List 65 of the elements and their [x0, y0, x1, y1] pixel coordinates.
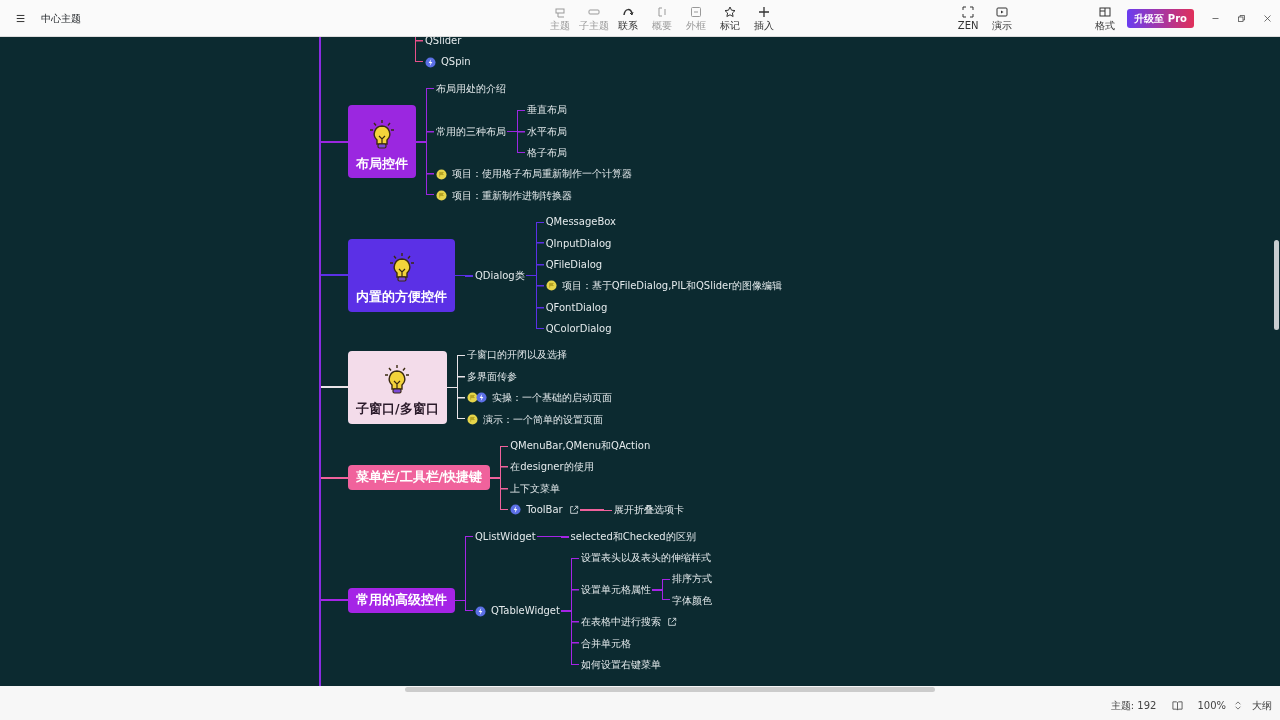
topic-label[interactable]: 垂直布局 [527, 99, 567, 121]
topic-label[interactable]: QMessageBox [545, 211, 617, 233]
play-screen-icon [996, 6, 1009, 19]
topic-label[interactable]: 格子布局 [527, 141, 567, 164]
outline-button[interactable]: 大纲 [1252, 697, 1272, 713]
topic-label[interactable]: 演示：一个简单的设置页面 [482, 408, 603, 431]
topic-label[interactable]: 布局用处的介绍 [436, 77, 506, 100]
horizontal-scrollbar[interactable] [405, 687, 935, 692]
topic-label[interactable]: QFileDialog [545, 253, 603, 276]
topic-label[interactable]: 设置表头以及表头的伸缩样式 [580, 547, 711, 569]
topic-label[interactable]: 如何设置右键菜单 [580, 653, 661, 676]
topic-label[interactable]: QSpin [441, 51, 471, 73]
topic-label[interactable]: 水平布局 [527, 120, 567, 142]
layout-icon [1099, 6, 1112, 19]
zoom-level[interactable]: 100% [1197, 697, 1226, 713]
topic-label[interactable]: 设置单元格属性 [580, 579, 651, 601]
book-icon[interactable] [1172, 699, 1184, 711]
topic-label[interactable]: QListWidget [475, 525, 536, 547]
vertical-scrollbar[interactable] [1274, 240, 1279, 330]
topic-label[interactable]: 排序方式 [671, 568, 712, 590]
topic-label[interactable]: 项目：基于QFileDialog,PIL和QSlider的图像编辑 [561, 275, 783, 297]
toolbar-button[interactable]: 演示 [985, 4, 1020, 32]
plus-icon [758, 6, 771, 19]
menu-icon[interactable] [16, 12, 26, 24]
close-icon[interactable] [1262, 13, 1272, 23]
topic-label[interactable]: QDialog类 [475, 264, 525, 286]
toolbar-button[interactable]: 联系 [611, 4, 646, 32]
topic-node[interactable]: 子窗口/多窗口 [348, 350, 447, 424]
topic-label[interactable]: QColorDialog [545, 318, 612, 340]
topic-label[interactable]: 上下文菜单 [510, 477, 561, 500]
topic-label[interactable]: QFontDialog [545, 296, 608, 319]
topic-label[interactable]: 子窗口的开闭以及选择 [466, 344, 567, 366]
topic-icon [554, 6, 567, 19]
topic-label[interactable]: 项目：使用格子布局重新制作一个计算器 [452, 163, 632, 185]
frame-icon [690, 6, 703, 19]
upgrade-button[interactable]: 升级至 Pro [1127, 8, 1194, 28]
toolbar-button[interactable]: 插入 [747, 4, 782, 32]
topic-label[interactable]: 字体颜色 [671, 589, 712, 612]
topic-label[interactable]: QMenuBar,QMenu和QAction [510, 435, 651, 457]
fullscreen-icon [962, 6, 975, 19]
stepper-icon[interactable] [1234, 699, 1242, 711]
topic-label[interactable]: 展开折叠选项卡 [613, 499, 684, 521]
topic-label[interactable]: 合并单元格 [580, 632, 631, 654]
star-icon [724, 6, 737, 19]
topic-label[interactable]: ToolBar [526, 499, 563, 521]
topic-node[interactable]: 布局控件 [348, 105, 416, 179]
topic-label[interactable]: QTableWidget [491, 600, 560, 622]
format-button[interactable]: 格式 [1091, 4, 1120, 32]
topic-label[interactable]: 在designer的使用 [510, 456, 594, 478]
topic-count: 主题: 192 [1110, 698, 1157, 713]
toolbar-button[interactable]: 标记 [713, 4, 748, 32]
topic-label[interactable]: selected和Checked的区别 [570, 525, 696, 547]
window-title: 中心主题 [41, 11, 82, 26]
bracket-icon [656, 6, 669, 19]
topic-label[interactable]: 常用的三种布局 [436, 120, 506, 142]
topic-node[interactable]: 常用的高级控件 [348, 588, 455, 613]
topic-label[interactable]: 多界面传参 [466, 365, 517, 388]
topic-label[interactable]: 在表格中进行搜索 [580, 611, 661, 633]
topic-label[interactable]: 实操：一个基础的启动页面 [491, 387, 612, 409]
topic-label[interactable]: 项目：重新制作进制转换器 [452, 184, 572, 207]
topic-label[interactable]: QInputDialog [545, 232, 612, 254]
topic-node[interactable]: 内置的方便控件 [348, 238, 455, 312]
restore-icon[interactable] [1236, 13, 1246, 23]
topic-label[interactable]: QSlider [425, 37, 462, 52]
toolbar-button[interactable]: ZEN [951, 4, 986, 32]
